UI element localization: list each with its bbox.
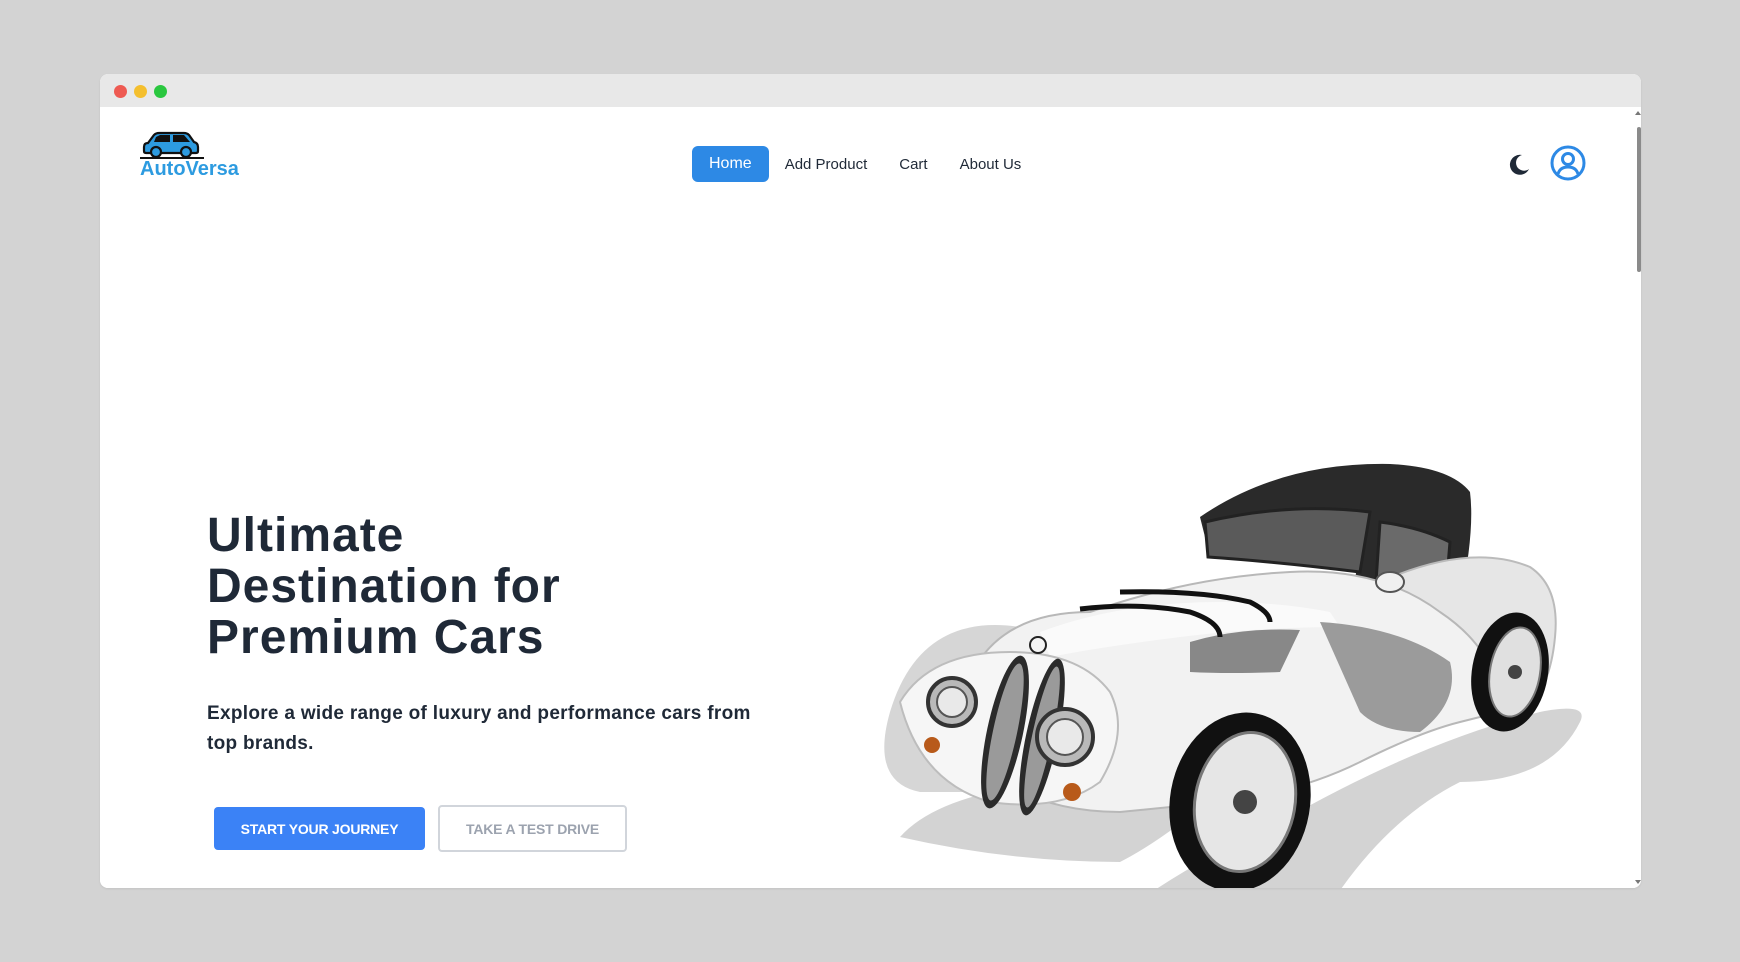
moon-icon[interactable]	[1507, 152, 1531, 176]
page-content: AutoVersa Home Add Product Cart About Us…	[100, 107, 1641, 888]
scrollbar-thumb[interactable]	[1637, 127, 1641, 272]
nav-cart[interactable]: Cart	[883, 147, 943, 182]
close-window-button[interactable]	[114, 85, 127, 98]
nav-about-us[interactable]: About Us	[944, 147, 1038, 182]
main-nav: Home Add Product Cart About Us	[692, 146, 1037, 182]
brand-logo[interactable]: AutoVersa	[140, 131, 250, 180]
vintage-car-illustration	[884, 463, 1582, 888]
car-logo-icon	[140, 131, 204, 159]
brand-name: AutoVersa	[140, 158, 239, 180]
test-drive-button[interactable]: TAKE A TEST DRIVE	[438, 805, 627, 852]
scroll-up-arrow-icon[interactable]	[1635, 111, 1641, 115]
hero-title: Ultimate Destination for Premium Cars	[207, 509, 561, 664]
nav-add-product[interactable]: Add Product	[769, 147, 884, 182]
hero-subtitle: Explore a wide range of luxury and perfo…	[207, 703, 751, 754]
nav-home[interactable]: Home	[692, 146, 769, 182]
maximize-window-button[interactable]	[154, 85, 167, 98]
start-journey-button[interactable]: START YOUR JOURNEY	[214, 807, 425, 850]
browser-window: AutoVersa Home Add Product Cart About Us…	[100, 74, 1641, 888]
user-circle-icon[interactable]	[1550, 145, 1586, 181]
minimize-window-button[interactable]	[134, 85, 147, 98]
window-titlebar	[100, 74, 1641, 107]
